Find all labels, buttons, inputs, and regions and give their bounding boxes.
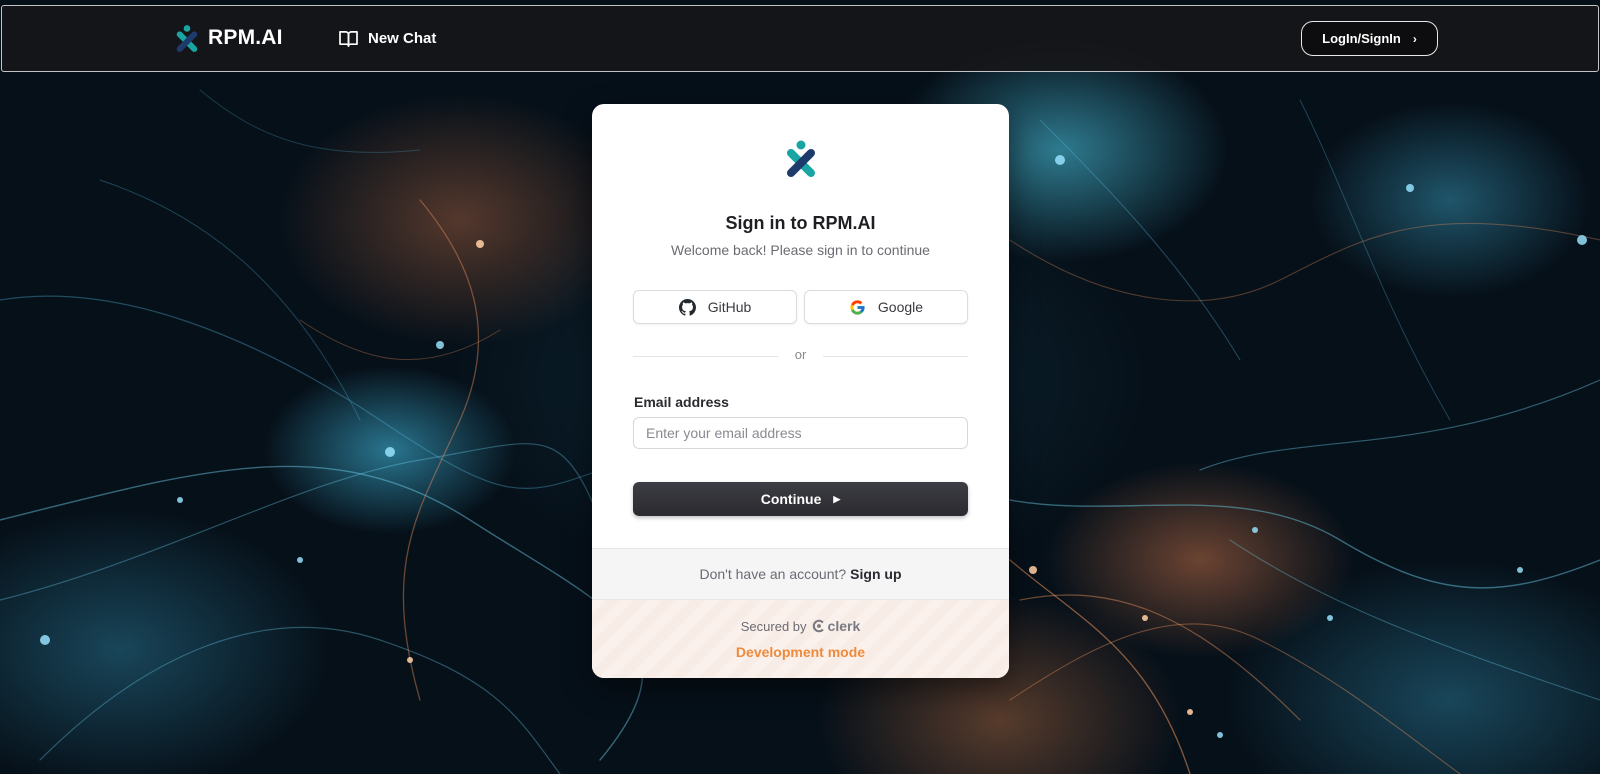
new-chat-label: New Chat [368, 30, 437, 47]
play-arrow-icon: ▶ [833, 493, 841, 504]
github-label: GitHub [707, 299, 752, 315]
chevron-right-icon: › [1412, 31, 1417, 46]
divider-line-right [823, 356, 968, 357]
brand-name: RPM.AI [208, 26, 283, 49]
login-signin-label: LogIn/SignIn [1322, 31, 1401, 46]
sign-in-title: Sign in to RPM.AI [725, 213, 876, 233]
login-signin-button[interactable]: LogIn/SignIn › [1301, 21, 1438, 56]
github-icon [678, 298, 696, 316]
clerk-name: clerk [827, 618, 861, 634]
new-chat-link[interactable]: New Chat [339, 30, 436, 47]
secured-by-text: Secured by [740, 618, 807, 634]
email-label: Email address [634, 394, 729, 410]
github-signin-button[interactable]: GitHub [633, 290, 797, 324]
continue-button[interactable]: Continue ▶ [633, 482, 968, 516]
clerk-logo-icon [812, 619, 824, 633]
google-signin-button[interactable]: Google [804, 290, 968, 324]
or-divider: or [633, 347, 968, 367]
book-open-icon [339, 31, 358, 47]
top-navbar: RPM.AI New Chat LogIn/SignIn › [1, 5, 1599, 72]
email-input[interactable] [633, 417, 968, 449]
signup-footer: Don't have an account? Sign up [592, 548, 1009, 600]
brand[interactable]: RPM.AI [176, 24, 283, 52]
google-label: Google [877, 299, 924, 315]
development-mode-label: Development mode [735, 644, 866, 660]
sign-in-subtitle: Welcome back! Please sign in to continue [671, 242, 930, 258]
sign-in-card: Sign in to RPM.AI Welcome back! Please s… [592, 104, 1009, 678]
divider-or-text: or [794, 347, 807, 362]
clerk-logo-link[interactable]: clerk [812, 618, 861, 634]
signup-link[interactable]: Sign up [850, 566, 901, 582]
dev-footer: Secured by clerk Development mode [592, 600, 1009, 678]
rpm-ai-logo-icon [787, 140, 815, 177]
rpm-ai-logo-icon [176, 25, 198, 52]
secured-by: Secured by clerk [592, 618, 1009, 634]
continue-label: Continue [760, 491, 822, 507]
google-icon [850, 299, 865, 315]
signup-prompt: Don't have an account? [699, 566, 847, 582]
